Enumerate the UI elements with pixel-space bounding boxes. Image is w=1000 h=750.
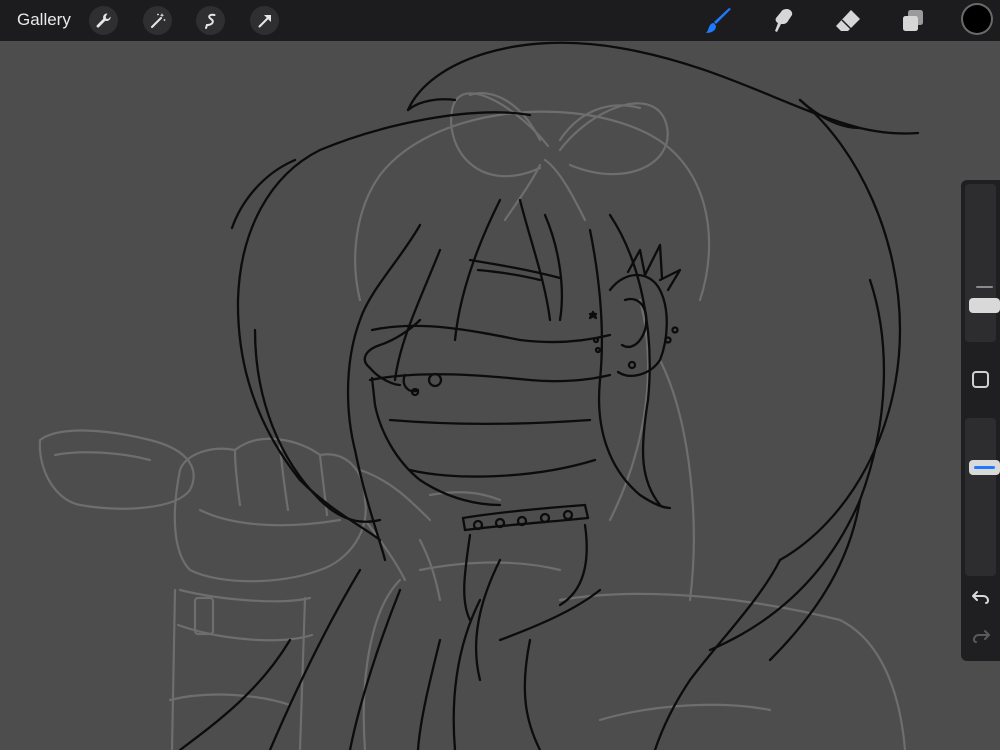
brush-opacity-handle[interactable]	[969, 460, 1000, 475]
undo-button[interactable]	[969, 587, 993, 607]
adjustments-icon	[150, 12, 165, 28]
brush-button[interactable]	[703, 5, 735, 37]
gallery-button[interactable]: Gallery	[17, 10, 71, 30]
brush-icon	[706, 8, 731, 33]
brush-size-handle[interactable]	[969, 298, 1000, 313]
actions-button[interactable]	[89, 6, 118, 35]
adjustments-button[interactable]	[143, 6, 172, 35]
drawing-canvas[interactable]	[0, 41, 1000, 750]
smudge-button[interactable]	[767, 5, 799, 37]
size-marker	[976, 286, 993, 288]
selection-button[interactable]	[196, 6, 225, 35]
eraser-button[interactable]	[832, 5, 864, 37]
transform-icon	[258, 14, 271, 27]
top-toolbar: Gallery	[0, 0, 1000, 41]
brush-opacity-slider[interactable]	[965, 418, 1000, 576]
undo-icon	[972, 591, 990, 604]
opacity-indicator	[974, 466, 995, 469]
color-picker-button[interactable]	[963, 5, 991, 33]
selection-icon	[204, 13, 215, 29]
layers-icon	[903, 10, 923, 31]
redo-icon	[972, 630, 990, 643]
smudge-icon	[775, 9, 793, 32]
transform-button[interactable]	[250, 6, 279, 35]
brush-size-slider[interactable]	[965, 184, 1000, 342]
brush-sidebar	[961, 180, 1000, 661]
eyedropper-button[interactable]	[972, 371, 989, 388]
layers-button[interactable]	[897, 5, 929, 37]
eraser-icon	[836, 10, 860, 31]
artwork-illustration	[0, 41, 1000, 750]
actions-icon	[96, 12, 111, 28]
redo-button[interactable]	[969, 626, 993, 646]
